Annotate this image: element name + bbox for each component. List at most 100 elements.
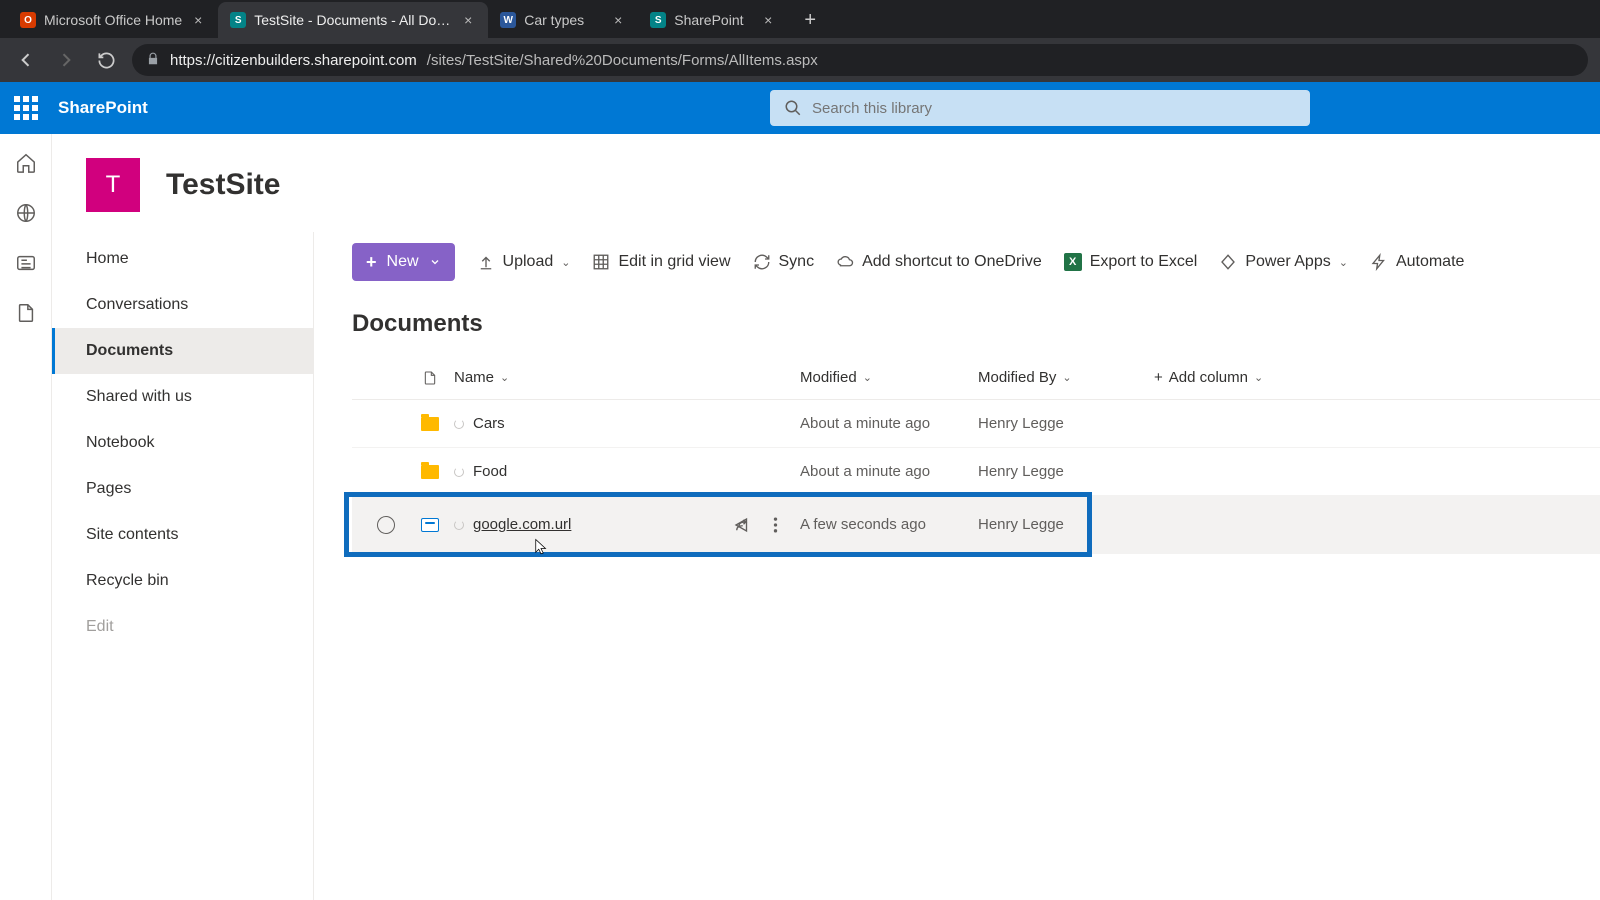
upload-button[interactable]: Upload ⌄ [477,253,571,271]
tab-title: Microsoft Office Home [44,12,182,28]
table-row[interactable]: google.com.url A few seconds ago Henry L… [352,496,1600,554]
site-title[interactable]: TestSite [166,168,280,202]
url-input[interactable]: https://citizenbuilders.sharepoint.com/s… [132,44,1588,76]
powerapps-icon [1219,253,1237,271]
automate-icon [1370,253,1388,271]
new-tab-button[interactable]: + [796,6,824,34]
item-modified: About a minute ago [800,415,978,432]
document-area: + New Upload ⌄ Edit in grid view [314,232,1600,900]
file-icon [422,368,438,388]
export-excel-button[interactable]: X Export to Excel [1064,253,1198,271]
automate-button[interactable]: Automate [1370,253,1464,271]
new-label: New [387,253,419,271]
col-name-header[interactable]: Name ⌄ [454,369,800,386]
address-bar: https://citizenbuilders.sharepoint.com/s… [0,38,1600,82]
tab-close-icon[interactable]: × [610,12,626,28]
more-icon[interactable] [773,516,778,534]
reload-button[interactable] [92,46,120,74]
url-host: https://citizenbuilders.sharepoint.com [170,52,417,69]
chevron-down-icon: ⌄ [561,256,570,269]
item-name[interactable]: Cars [473,415,505,432]
favicon-sharepoint-icon: S [650,12,666,28]
product-name[interactable]: SharePoint [58,98,148,118]
tab-close-icon[interactable]: × [190,12,206,28]
app-rail [0,134,52,900]
content-column: T TestSite Home Conversations Documents … [52,134,1600,900]
excel-icon: X [1064,253,1082,271]
forward-button[interactable] [52,46,80,74]
home-icon[interactable] [15,152,37,174]
chevron-down-icon: ⌄ [1254,371,1263,384]
chevron-down-icon: ⌄ [500,371,509,384]
favicon-office-icon: O [20,12,36,28]
add-column-button[interactable]: + Add column ⌄ [1154,369,1263,386]
onedrive-icon [836,253,854,271]
files-icon[interactable] [15,302,37,324]
nav-documents[interactable]: Documents [52,328,313,374]
site-logo[interactable]: T [86,158,140,212]
edit-grid-label: Edit in grid view [618,253,730,271]
table-row[interactable]: Food About a minute ago Henry Legge [352,448,1600,496]
tab-close-icon[interactable]: × [460,12,476,28]
tab-title: Car types [524,12,602,28]
tab-title: SharePoint [674,12,752,28]
browser-chrome: O Microsoft Office Home × S TestSite - D… [0,0,1600,82]
sync-icon [753,253,771,271]
add-shortcut-button[interactable]: Add shortcut to OneDrive [836,253,1042,271]
power-apps-button[interactable]: Power Apps ⌄ [1219,253,1348,271]
folder-icon [421,465,439,479]
table-row[interactable]: Cars About a minute ago Henry Legge [352,400,1600,448]
share-icon[interactable] [733,516,751,534]
new-button[interactable]: + New [352,243,455,281]
item-modified: A few seconds ago [800,516,978,533]
col-modified-label: Modified [800,369,857,386]
tab-title: TestSite - Documents - All Docum [254,12,452,28]
news-icon[interactable] [15,252,37,274]
col-modifiedby-label: Modified By [978,369,1056,386]
upload-label: Upload [503,253,554,271]
lock-icon [146,52,160,69]
favicon-word-icon: W [500,12,516,28]
edit-grid-button[interactable]: Edit in grid view [592,253,730,271]
back-button[interactable] [12,46,40,74]
col-type-icon[interactable] [406,368,454,388]
select-circle[interactable] [377,516,395,534]
automate-label: Automate [1396,253,1464,271]
search-box[interactable] [770,90,1310,126]
grid-icon [592,253,610,271]
app-launcher-icon[interactable] [10,92,42,124]
browser-tab-active[interactable]: S TestSite - Documents - All Docum × [218,2,488,38]
search-input[interactable] [812,100,1296,117]
export-excel-label: Export to Excel [1090,253,1198,271]
chevron-down-icon: ⌄ [1062,371,1071,384]
col-modified-header[interactable]: Modified ⌄ [800,369,978,386]
plus-icon: + [1154,369,1163,386]
main-split: Home Conversations Documents Shared with… [52,232,1600,900]
nav-shared-with-us[interactable]: Shared with us [52,374,313,420]
cursor-icon [532,536,550,558]
browser-tab[interactable]: S SharePoint × [638,2,788,38]
item-name[interactable]: Food [473,463,507,480]
add-column-label: Add column [1169,369,1248,386]
tab-close-icon[interactable]: × [760,12,776,28]
nav-pages[interactable]: Pages [52,466,313,512]
nav-site-contents[interactable]: Site contents [52,512,313,558]
command-bar: + New Upload ⌄ Edit in grid view [352,236,1600,288]
chevron-down-icon [429,256,441,268]
browser-tab[interactable]: O Microsoft Office Home × [8,2,218,38]
loading-icon [454,520,464,530]
sync-label: Sync [779,253,815,271]
nav-home[interactable]: Home [52,236,313,282]
sync-button[interactable]: Sync [753,253,815,271]
loading-icon [454,467,464,477]
item-name[interactable]: google.com.url [473,516,571,533]
col-modifiedby-header[interactable]: Modified By ⌄ [978,369,1154,386]
nav-recycle-bin[interactable]: Recycle bin [52,558,313,604]
nav-edit[interactable]: Edit [52,604,313,650]
upload-icon [477,253,495,271]
nav-conversations[interactable]: Conversations [52,282,313,328]
nav-notebook[interactable]: Notebook [52,420,313,466]
loading-icon [454,419,464,429]
browser-tab[interactable]: W Car types × [488,2,638,38]
globe-icon[interactable] [15,202,37,224]
